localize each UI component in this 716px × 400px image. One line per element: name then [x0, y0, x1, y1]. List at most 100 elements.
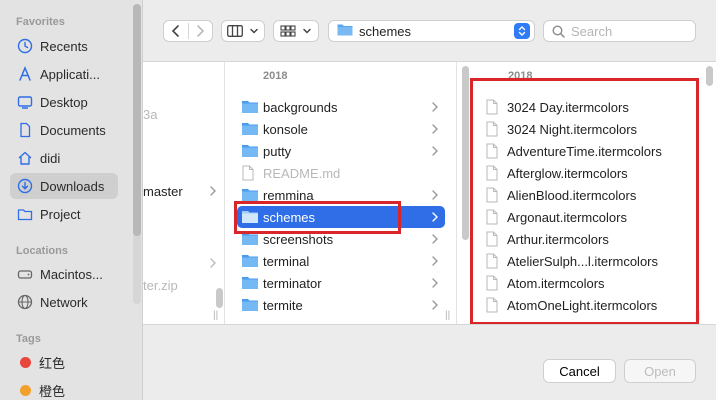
search-input[interactable]	[571, 23, 691, 39]
folder-icon	[16, 205, 34, 223]
folder-icon	[241, 143, 259, 159]
folder-icon	[241, 121, 259, 137]
group-button[interactable]	[273, 20, 319, 42]
sidebar-item-project[interactable]: Project	[10, 201, 118, 227]
list-item-termite[interactable]: termite	[237, 294, 445, 316]
favorites-heading: Favorites	[16, 16, 65, 28]
path-label: schemes	[359, 23, 412, 39]
sidebar-item-label: Macintos...	[40, 266, 103, 282]
resize-handle[interactable]: ||	[213, 310, 218, 321]
list-item-putty[interactable]: putty	[237, 140, 445, 162]
disk-icon	[16, 265, 34, 283]
sidebar-item-didi[interactable]: didi	[10, 145, 118, 171]
path-stepper-icon	[514, 23, 530, 39]
chevron-right-icon	[431, 211, 439, 223]
sidebar: Favorites Recents Applicati... Desktop D…	[0, 0, 143, 400]
folder-icon	[241, 275, 259, 291]
tags-heading: Tags	[16, 333, 41, 345]
list-item[interactable]: ter.zip	[143, 252, 223, 293]
item-label: termite	[263, 297, 303, 313]
chevron-right-icon	[431, 145, 439, 157]
resize-handle[interactable]: ||	[445, 310, 450, 321]
item-label: putty	[263, 143, 292, 159]
search-icon	[552, 24, 565, 38]
clock-icon	[16, 37, 34, 55]
chevron-right-icon	[431, 123, 439, 135]
sidebar-item-label: Network	[40, 294, 88, 310]
column-1: 3a master ter.zip ||	[143, 62, 225, 324]
list-item-backgrounds[interactable]: backgrounds	[237, 96, 445, 118]
list-item[interactable]: master	[143, 180, 223, 202]
sidebar-item-applications[interactable]: Applicati...	[10, 61, 118, 87]
sidebar-item-tag-red[interactable]: 红色	[10, 349, 118, 375]
sidebar-item-network[interactable]: Network	[10, 289, 118, 315]
forward-button[interactable]	[189, 21, 213, 41]
sidebar-item-downloads[interactable]: Downloads	[10, 173, 118, 199]
item-label: master	[143, 183, 183, 199]
chevron-right-icon	[431, 189, 439, 201]
chevron-right-icon	[431, 233, 439, 245]
column-2-header: 2018	[263, 70, 288, 82]
columns-view-icon	[227, 25, 243, 37]
column-2-scrollbar[interactable]	[462, 66, 469, 240]
chevron-right-icon	[431, 299, 439, 311]
list-item-terminator[interactable]: terminator	[237, 272, 445, 294]
chevron-right-icon	[210, 186, 216, 196]
item-label: terminator	[263, 275, 322, 291]
sidebar-scrollbar-thumb[interactable]	[133, 4, 141, 236]
sidebar-item-label: Applicati...	[40, 66, 100, 82]
list-item-readme-md[interactable]: README.md	[237, 162, 445, 184]
chevron-left-icon	[171, 25, 179, 37]
list-item[interactable]: 3a	[143, 103, 223, 125]
folder-icon	[241, 99, 259, 115]
annotation-box-selected-folder	[234, 201, 401, 234]
sidebar-item-label: Project	[40, 206, 81, 222]
sidebar-item-recents[interactable]: Recents	[10, 33, 118, 59]
chevron-right-icon	[431, 101, 439, 113]
nav-buttons	[163, 20, 213, 42]
chevron-down-icon	[250, 28, 258, 34]
sidebar-item-label: Recents	[40, 38, 88, 54]
orange-tag-dot-icon	[20, 384, 31, 396]
sidebar-item-label: Documents	[40, 122, 106, 138]
path-popup[interactable]: schemes	[328, 20, 535, 42]
home-icon	[16, 149, 34, 167]
column-1-scrollbar[interactable]	[216, 288, 223, 308]
download-icon	[16, 177, 34, 195]
desktop-icon	[16, 93, 34, 111]
sidebar-item-label: 红色	[39, 355, 66, 371]
annotation-box-file-list	[470, 78, 699, 325]
sidebar-item-label: Downloads	[40, 178, 105, 194]
sidebar-item-label: Desktop	[40, 94, 88, 110]
item-label: 3a	[143, 106, 158, 122]
sidebar-item-documents[interactable]: Documents	[10, 117, 118, 143]
network-icon	[16, 293, 34, 311]
open-button[interactable]: Open	[624, 359, 696, 383]
sidebar-item-label: 橙色	[39, 383, 66, 399]
toolbar: schemes	[143, 0, 716, 62]
column-2: 2018 backgrounds konsole putty README.md rem…	[225, 62, 457, 324]
chevron-down-icon	[303, 28, 311, 34]
sidebar-item-tag-orange[interactable]: 橙色	[10, 377, 118, 400]
document-icon	[16, 121, 34, 139]
column-3-scrollbar[interactable]	[706, 66, 713, 86]
chevron-right-icon	[431, 277, 439, 289]
folder-icon	[241, 253, 259, 269]
sidebar-item-desktop[interactable]: Desktop	[10, 89, 118, 115]
cancel-button[interactable]: Cancel	[543, 359, 616, 383]
back-button[interactable]	[164, 21, 188, 41]
search-field[interactable]	[543, 20, 696, 42]
sidebar-item-macintosh[interactable]: Macintos...	[10, 261, 118, 287]
item-label: terminal	[263, 253, 310, 269]
list-item-konsole[interactable]: konsole	[237, 118, 445, 140]
folder-icon	[241, 297, 259, 313]
item-label: README.md	[263, 165, 341, 181]
chevron-right-icon	[431, 255, 439, 267]
chevron-right-icon	[197, 25, 205, 37]
view-mode-button[interactable]	[221, 20, 265, 42]
list-item-terminal[interactable]: terminal	[237, 250, 445, 272]
item-label: ter.zip	[143, 277, 178, 293]
red-tag-dot-icon	[20, 356, 31, 368]
folder-icon	[337, 23, 353, 39]
sidebar-item-label: didi	[40, 150, 61, 166]
